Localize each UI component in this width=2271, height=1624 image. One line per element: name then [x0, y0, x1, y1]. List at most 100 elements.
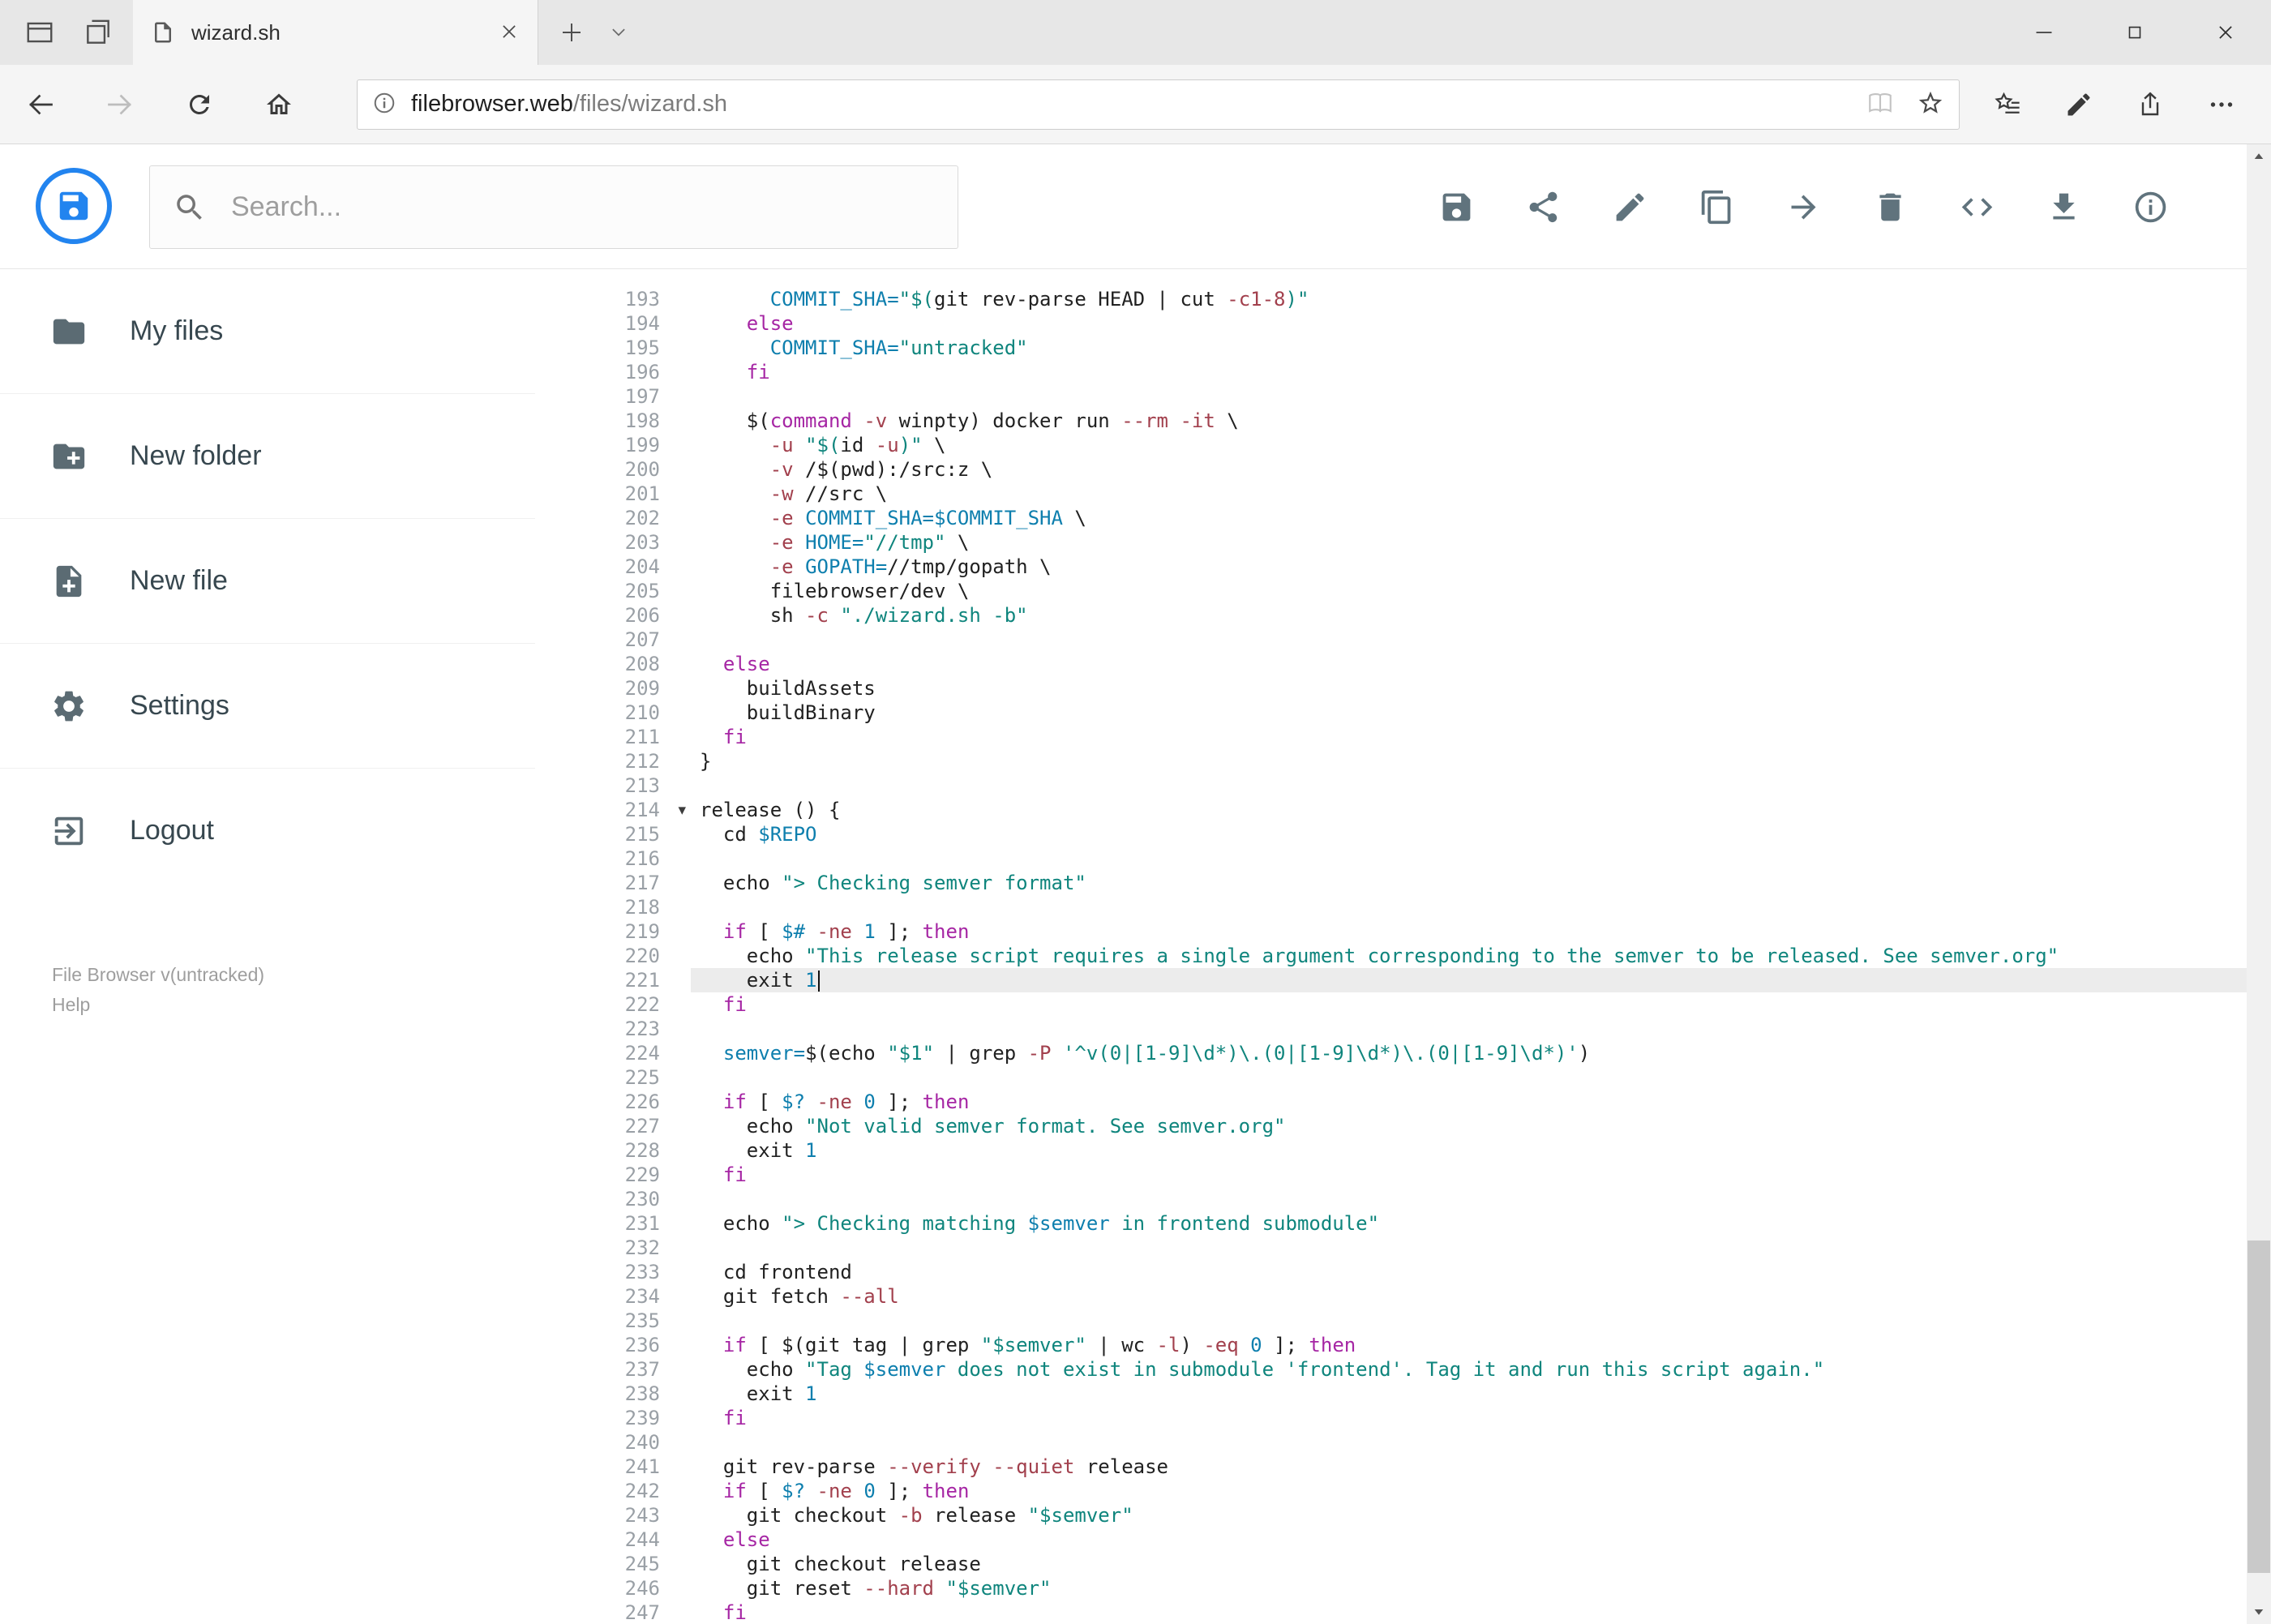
- code-line[interactable]: 230: [535, 1187, 2247, 1211]
- code-line[interactable]: 207: [535, 628, 2247, 652]
- code-line[interactable]: 206 sh -c "./wizard.sh -b": [535, 603, 2247, 628]
- code-line[interactable]: 233 cd frontend: [535, 1260, 2247, 1284]
- code-line[interactable]: 229 fi: [535, 1163, 2247, 1187]
- code-line[interactable]: 195 COMMIT_SHA="untracked": [535, 336, 2247, 360]
- code-line[interactable]: 236 if [ $(git tag | grep "$semver" | wc…: [535, 1333, 2247, 1357]
- code-line[interactable]: 227 echo "Not valid semver format. See s…: [535, 1114, 2247, 1138]
- code-line[interactable]: 241 git rev-parse --verify --quiet relea…: [535, 1455, 2247, 1479]
- sidebar-item-settings[interactable]: Settings: [0, 644, 535, 769]
- set-tabs-aside-button[interactable]: [83, 17, 114, 48]
- code-editor[interactable]: 193 COMMIT_SHA="$(git rev-parse HEAD | c…: [535, 269, 2247, 1624]
- sidebar-item-logout[interactable]: Logout: [0, 769, 535, 893]
- sidebar-item-my-files[interactable]: My files: [0, 269, 535, 394]
- code-line[interactable]: 197: [535, 384, 2247, 409]
- tabs-set-aside-list-button[interactable]: [24, 17, 55, 48]
- code-line[interactable]: 239 fi: [535, 1406, 2247, 1430]
- search-input[interactable]: [229, 191, 935, 224]
- share-page-button[interactable]: [2123, 75, 2177, 134]
- add-favorite-button[interactable]: [1917, 89, 1944, 119]
- code-line[interactable]: 202 -e COMMIT_SHA=$COMMIT_SHA \: [535, 506, 2247, 530]
- delete-button[interactable]: [1872, 189, 1909, 225]
- help-link[interactable]: Help: [52, 990, 264, 1020]
- code-line[interactable]: 219 if [ $# -ne 1 ]; then: [535, 919, 2247, 944]
- address-bar[interactable]: filebrowser.web/files/wizard.sh: [357, 79, 1960, 130]
- code-line[interactable]: 201 -w //src \: [535, 482, 2247, 506]
- code-line[interactable]: 198 $(command -v winpty) docker run --rm…: [535, 409, 2247, 433]
- move-button[interactable]: [1785, 189, 1822, 225]
- forward-button[interactable]: [91, 75, 149, 134]
- code-line[interactable]: 200 -v /$(pwd):/src:z \: [535, 457, 2247, 482]
- site-info-button[interactable]: [372, 91, 396, 118]
- code-line[interactable]: 244 else: [535, 1528, 2247, 1552]
- code-line[interactable]: 226 if [ $? -ne 0 ]; then: [535, 1090, 2247, 1114]
- scrollbar-thumb[interactable]: [2247, 1240, 2270, 1573]
- code-line[interactable]: 208 else: [535, 652, 2247, 676]
- code-line[interactable]: 240: [535, 1430, 2247, 1455]
- scroll-up-button[interactable]: [2247, 144, 2271, 169]
- back-button[interactable]: [11, 75, 70, 134]
- code-line[interactable]: 211 fi: [535, 725, 2247, 749]
- search-box[interactable]: [149, 165, 958, 249]
- code-line[interactable]: 196 fi: [535, 360, 2247, 384]
- code-line[interactable]: 242 if [ $? -ne 0 ]; then: [535, 1479, 2247, 1503]
- copy-button[interactable]: [1699, 189, 1735, 225]
- code-line[interactable]: 204 -e GOPATH=//tmp/gopath \: [535, 555, 2247, 579]
- code-line[interactable]: 225: [535, 1065, 2247, 1090]
- code-line[interactable]: 199 -u "$(id -u)" \: [535, 433, 2247, 457]
- code-line[interactable]: 218: [535, 895, 2247, 919]
- share-button[interactable]: [1525, 189, 1562, 225]
- scroll-down-button[interactable]: [2247, 1600, 2271, 1624]
- edit-button[interactable]: [1612, 189, 1648, 225]
- tab-close-button[interactable]: [499, 21, 520, 45]
- web-note-button[interactable]: [2052, 75, 2106, 134]
- reading-view-button[interactable]: [1866, 89, 1894, 119]
- sidebar-item-new-file[interactable]: New file: [0, 519, 535, 644]
- tab-wizard-sh[interactable]: wizard.sh: [133, 0, 538, 65]
- minimize-button[interactable]: [1999, 0, 2089, 65]
- code-line[interactable]: 243 git checkout -b release "$semver": [535, 1503, 2247, 1528]
- home-button[interactable]: [250, 75, 308, 134]
- code-line[interactable]: 247 fi: [535, 1600, 2247, 1624]
- code-line[interactable]: 222 fi: [535, 992, 2247, 1017]
- code-line[interactable]: 237 echo "Tag $semver does not exist in …: [535, 1357, 2247, 1382]
- sidebar-item-new-folder[interactable]: New folder: [0, 394, 535, 519]
- fold-toggle-icon[interactable]: ▾: [678, 798, 686, 822]
- code-line[interactable]: 214 ▾ release () {: [535, 798, 2247, 822]
- code-line[interactable]: 231 echo "> Checking matching $semver in…: [535, 1211, 2247, 1236]
- code-line[interactable]: 213: [535, 773, 2247, 798]
- download-button[interactable]: [2046, 189, 2082, 225]
- code-line[interactable]: 223: [535, 1017, 2247, 1041]
- new-tab-button[interactable]: [559, 0, 584, 65]
- hub-favorites-button[interactable]: [1981, 75, 2034, 134]
- code-line[interactable]: 228 exit 1: [535, 1138, 2247, 1163]
- code-button[interactable]: [1959, 189, 1995, 225]
- code-line[interactable]: 210 buildBinary: [535, 701, 2247, 725]
- app-logo[interactable]: [36, 168, 112, 244]
- code-line[interactable]: 235: [535, 1309, 2247, 1333]
- code-line[interactable]: 209 buildAssets: [535, 676, 2247, 701]
- code-line[interactable]: 224 semver=$(echo "$1" | grep -P '^v(0|[…: [535, 1041, 2247, 1065]
- code-line[interactable]: 216: [535, 846, 2247, 871]
- code-line[interactable]: 238 exit 1: [535, 1382, 2247, 1406]
- code-line[interactable]: 217 echo "> Checking semver format": [535, 871, 2247, 895]
- code-line[interactable]: 212}: [535, 749, 2247, 773]
- code-line[interactable]: 245 git checkout release: [535, 1552, 2247, 1576]
- code-line[interactable]: 234 git fetch --all: [535, 1284, 2247, 1309]
- refresh-button[interactable]: [170, 75, 229, 134]
- scrollbar[interactable]: [2247, 144, 2271, 1624]
- more-options-button[interactable]: [2195, 75, 2248, 134]
- code-line[interactable]: 215 cd $REPO: [535, 822, 2247, 846]
- code-line[interactable]: 203 -e HOME="//tmp" \: [535, 530, 2247, 555]
- code-line[interactable]: 220 echo "This release script requires a…: [535, 944, 2247, 968]
- close-window-button[interactable]: [2180, 0, 2271, 65]
- code-line[interactable]: 246 git reset --hard "$semver": [535, 1576, 2247, 1600]
- file-info-button[interactable]: [2132, 189, 2169, 225]
- save-button[interactable]: [1438, 189, 1475, 225]
- code-line[interactable]: 193 COMMIT_SHA="$(git rev-parse HEAD | c…: [535, 287, 2247, 311]
- code-line[interactable]: 194 else: [535, 311, 2247, 336]
- maximize-button[interactable]: [2089, 0, 2180, 65]
- code-line[interactable]: 232: [535, 1236, 2247, 1260]
- code-line[interactable]: 221 exit 1: [535, 968, 2247, 992]
- code-line[interactable]: 205 filebrowser/dev \: [535, 579, 2247, 603]
- tab-preview-toggle-button[interactable]: [608, 0, 629, 65]
